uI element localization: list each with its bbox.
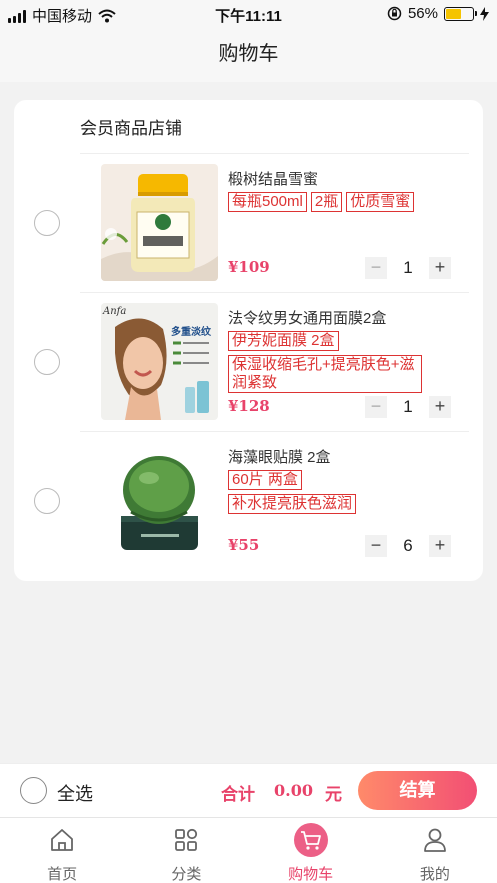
eye-patch-jar-icon[interactable] [101,442,218,559]
quantity-stepper: − 6 + [365,535,451,557]
product-tag: 每瓶500ml [228,192,307,212]
tab-profile[interactable]: 我的 [373,818,497,883]
product-price: ¥109 [228,258,270,276]
product-tag: 60片 两盒 [228,470,302,490]
cart-item: 海藻眼贴膜 2盒 60片 两盒 补水提亮肤色滋润 ¥55 − 6 + [14,432,483,571]
tab-label: 分类 [171,866,202,883]
currency-label: 元 [325,785,342,804]
cart-item: 椴树结晶雪蜜 每瓶500ml 2瓶 优质雪蜜 ¥109 − 1 + [14,154,483,293]
tab-home[interactable]: 首页 [0,818,124,883]
face-mask-product-icon[interactable]: Anfa 多重淡纹 [101,303,218,420]
product-tag: 保湿收缩毛孔+提亮肤色+滋润紧致 [228,355,422,393]
charging-icon [480,6,489,21]
quantity-value[interactable]: 6 [387,536,429,556]
product-tags: 伊芳妮面膜 2盒 保湿收缩毛孔+提亮肤色+滋润紧致 [228,331,424,393]
tab-label: 首页 [47,866,78,883]
product-tag: 优质雪蜜 [346,192,415,212]
select-all-checkbox[interactable] [20,777,47,804]
product-tags: 每瓶500ml 2瓶 优质雪蜜 [228,192,424,212]
checkout-button[interactable]: 结算 [358,771,477,810]
image-caption: 多重淡纹 [171,327,211,338]
battery-icon [444,6,477,21]
quantity-stepper: − 1 + [365,257,451,279]
battery-percent: 56% [407,5,438,22]
total-label: 合计 [221,785,255,804]
increase-button[interactable]: + [429,396,451,418]
category-icon [175,828,198,851]
shop-name: 会员商品店铺 [80,119,182,138]
item-select-checkbox[interactable] [34,210,60,236]
home-icon [51,829,74,851]
product-tag: 2瓶 [310,192,343,212]
product-name[interactable]: 法令纹男女通用面膜2盒 [228,307,386,328]
product-tag: 补水提亮肤色滋润 [228,494,357,514]
product-tag: 伊芳妮面膜 2盒 [228,331,339,351]
decrease-button[interactable]: − [365,396,387,418]
total-value: 0.00 [274,781,313,800]
honey-jar-icon[interactable] [101,164,218,281]
cart-icon [300,831,321,850]
item-select-checkbox[interactable] [34,349,60,375]
page-title: 购物车 [0,28,497,82]
item-select-checkbox[interactable] [34,488,60,514]
product-price: ¥128 [228,397,270,415]
quantity-value[interactable]: 1 [387,397,429,417]
product-price: ¥55 [228,536,260,554]
decrease-button[interactable]: − [365,257,387,279]
cart-item: Anfa 多重淡纹 法令纹男女通用面膜2盒 伊芳妮面膜 2盒 保湿收缩毛孔+提亮… [14,293,483,432]
increase-button[interactable]: + [429,257,451,279]
status-bar: 中国移动 下午11:11 56% [0,0,497,28]
checkout-bar: 全选 合计 0.00 元 结算 [0,763,497,817]
rotation-lock-icon [387,6,402,21]
decrease-button[interactable]: − [365,535,387,557]
select-all-label[interactable]: 全选 [57,780,93,806]
image-brand: Anfa [103,306,127,317]
increase-button[interactable]: + [429,535,451,557]
quantity-value[interactable]: 1 [387,258,429,278]
product-name[interactable]: 椴树结晶雪蜜 [228,168,318,189]
tab-label: 我的 [419,866,450,883]
tab-category[interactable]: 分类 [124,818,248,883]
product-tags: 60片 两盒 补水提亮肤色滋润 [228,470,424,514]
shop-card: 会员商品店铺 椴树结晶雪蜜 每瓶500ml 2瓶 优质雪蜜 ¥109 − 1 +… [14,100,483,581]
tab-label: 购物车 [288,866,334,883]
product-name[interactable]: 海藻眼贴膜 2盒 [228,446,331,467]
tab-bar: 首页 分类 购物车 我的 [0,817,497,883]
user-icon [423,828,446,852]
quantity-stepper: − 1 + [365,396,451,418]
tab-cart[interactable]: 购物车 [249,818,373,883]
